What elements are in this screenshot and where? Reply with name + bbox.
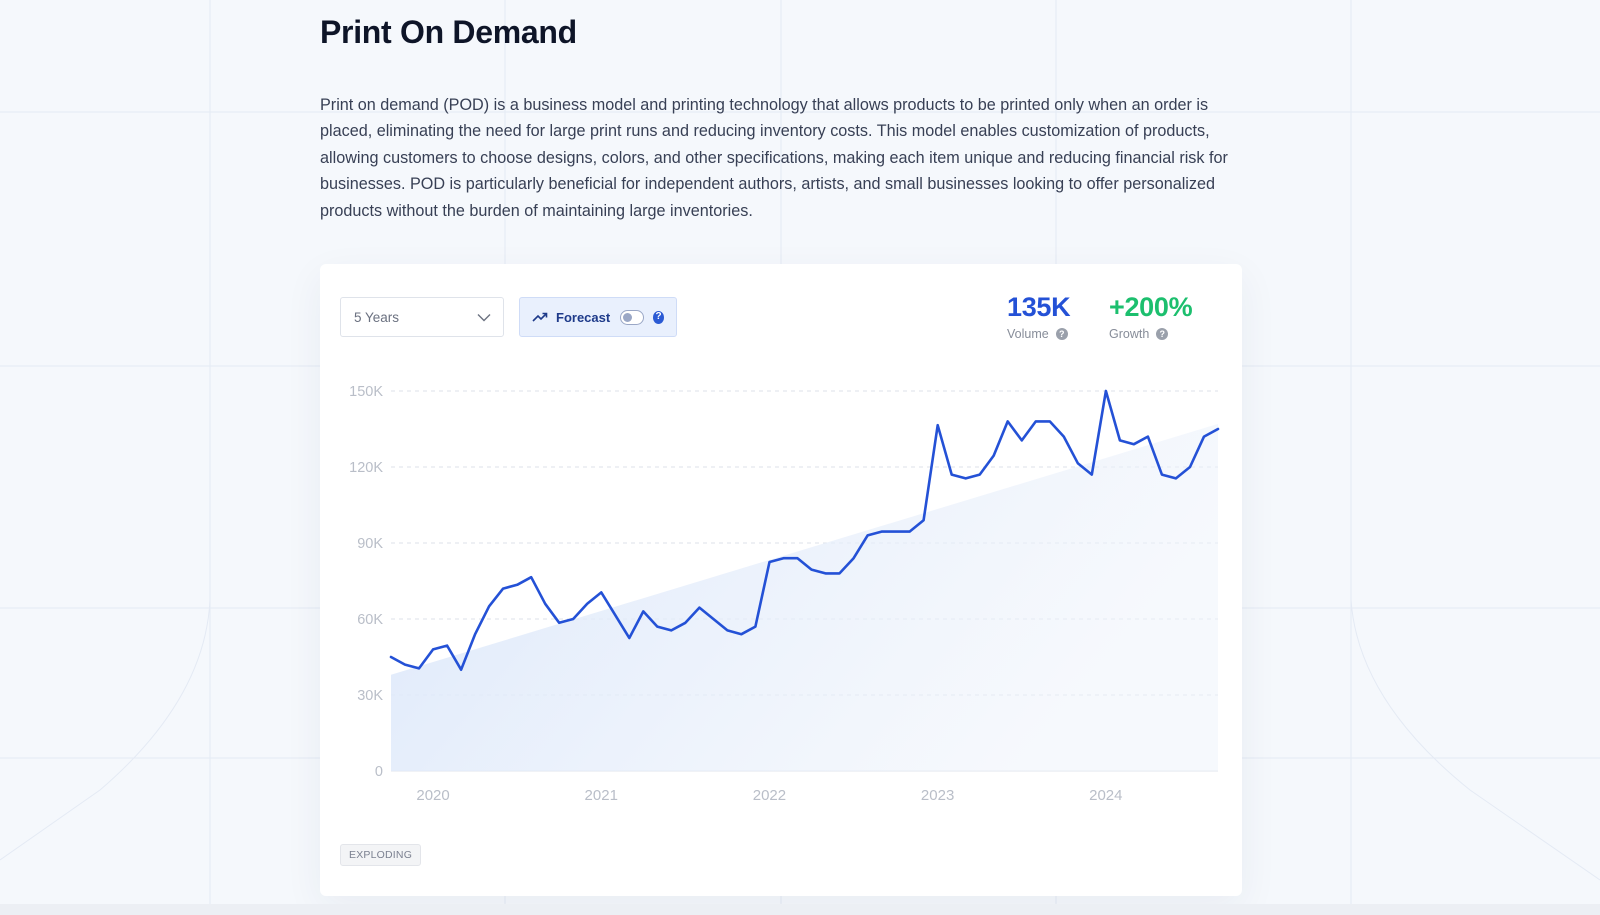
growth-value: +200% [1109,292,1193,322]
growth-stat: +200% Growth ? [1109,292,1193,341]
x-tick-label: 2023 [921,787,954,804]
growth-label: Growth [1109,327,1150,341]
y-tick-label: 150K [349,384,383,400]
x-tick-label: 2024 [1089,787,1122,804]
forecast-help-icon[interactable]: ? [653,310,664,324]
growth-help-icon[interactable]: ? [1156,328,1169,340]
growth-label-row: Growth ? [1109,327,1192,341]
bottom-bar [0,904,1600,915]
forecast-control[interactable]: Forecast ? [519,297,677,337]
time-range-dropdown[interactable]: 5 Years [340,297,504,337]
y-tick-label: 0 [375,764,383,780]
forecast-label: Forecast [556,309,611,325]
volume-label-row: Volume ? [1007,327,1070,341]
x-tick-label: 2022 [753,787,786,804]
y-tick-label: 60K [357,612,383,628]
page-description: Print on demand (POD) is a business mode… [320,96,1228,220]
trend-chart: 0 30K 60K 90K 120K 150K 2020 2021 2022 2023 2024 [349,384,1220,804]
volume-value: 135K [1007,292,1071,322]
y-tick-label: 90K [357,536,383,552]
x-tick-label: 2020 [416,787,449,804]
trend-area [391,423,1218,771]
volume-help-icon[interactable]: ? [1055,328,1068,340]
chevron-down-icon [477,313,491,321]
trending-up-icon [532,311,548,323]
toggle-knob [623,312,633,322]
y-tick-label: 30K [357,688,383,704]
status-badge: EXPLODING [340,844,422,866]
volume-stat: 135K Volume ? [1007,292,1071,341]
time-range-value: 5 Years [354,309,400,325]
volume-label: Volume [1007,327,1049,341]
x-tick-label: 2021 [585,787,618,804]
forecast-toggle[interactable] [620,309,645,325]
page-title: Print On Demand [320,14,577,50]
trend-chart-card: 0 30K 60K 90K 120K 150K 2020 2021 2022 2023 2024 5… [320,264,1242,896]
y-tick-label: 120K [349,460,383,476]
